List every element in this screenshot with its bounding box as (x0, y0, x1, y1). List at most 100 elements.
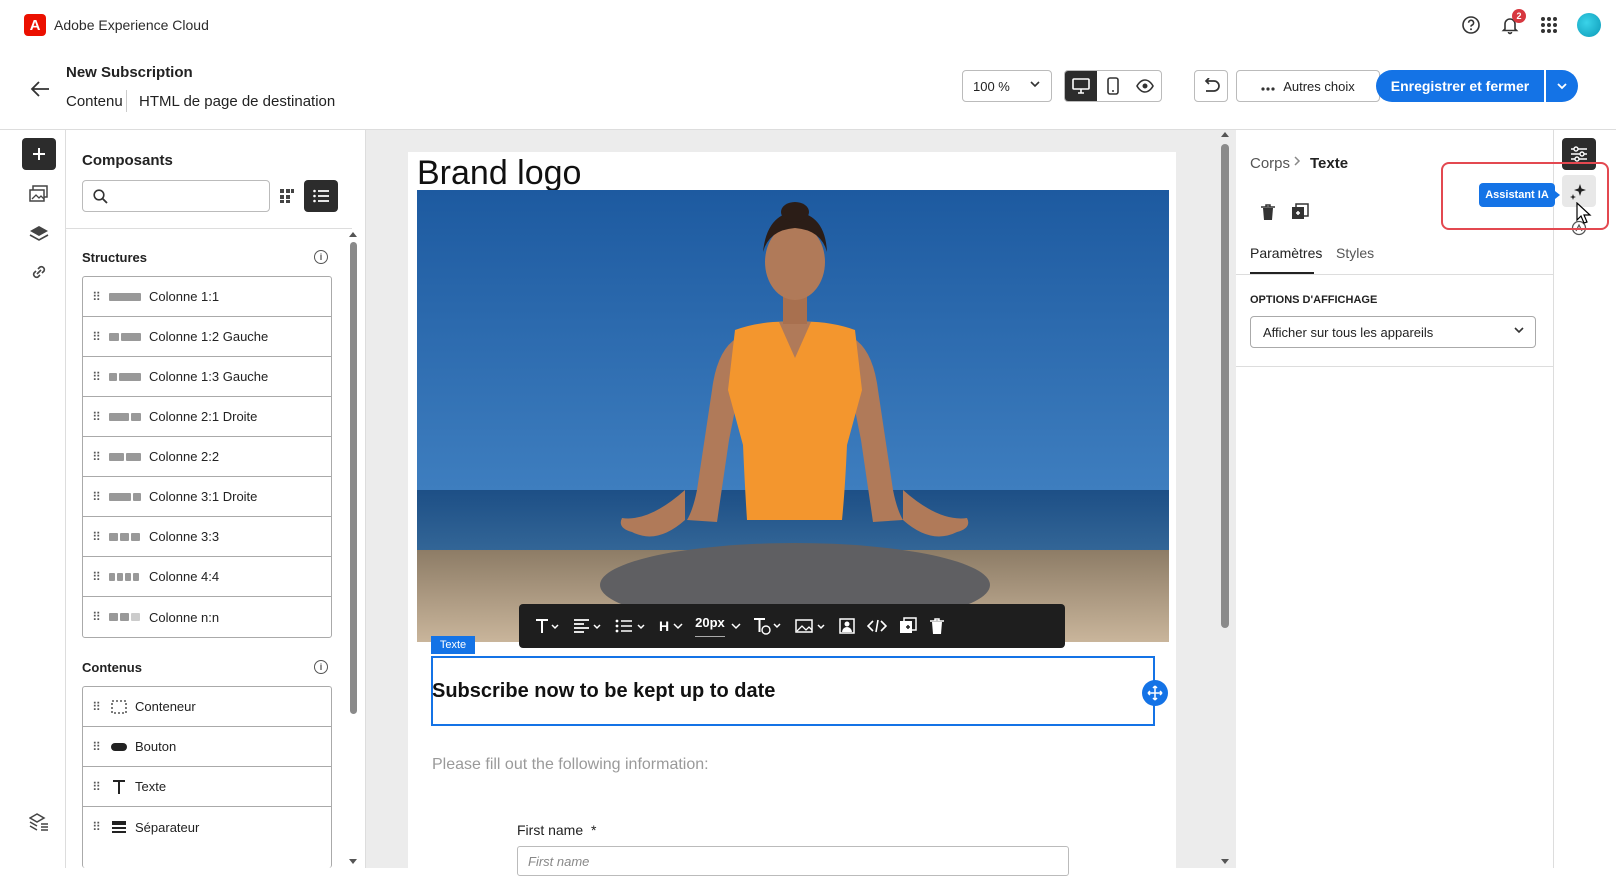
structure-item[interactable]: ⠿ Colonne 1:1 (83, 277, 331, 317)
heading-level-button[interactable]: H (653, 604, 689, 648)
structure-label: Colonne 3:1 Droite (149, 489, 258, 504)
drag-handle-icon: ⠿ (92, 779, 101, 794)
scroll-up-icon[interactable] (1220, 130, 1230, 138)
column-layout-icon (109, 412, 141, 421)
structure-item[interactable]: ⠿ Colonne 2:2 (83, 437, 331, 477)
structure-item[interactable]: ⠿ Colonne 4:4 (83, 557, 331, 597)
structure-item[interactable]: ⠿ Colonne 3:3 (83, 517, 331, 557)
image-insert-icon[interactable] (789, 604, 833, 648)
content-label: Conteneur (135, 699, 196, 714)
structure-label: Colonne 2:2 (149, 449, 220, 464)
breadcrumb-content[interactable]: Contenu (66, 93, 123, 110)
scroll-down-icon[interactable] (1220, 858, 1230, 866)
back-arrow-icon[interactable] (30, 78, 50, 104)
assets-button[interactable] (22, 178, 56, 210)
brand-logo-text[interactable]: Brand logo (417, 154, 581, 193)
info-icon[interactable]: i (314, 250, 328, 264)
text-type-icon[interactable] (529, 604, 567, 648)
layers-button[interactable] (22, 218, 56, 250)
layers-settings-button[interactable] (22, 806, 56, 838)
hero-image[interactable] (417, 190, 1169, 642)
content-item[interactable]: ⠿ Texte (83, 767, 331, 807)
structure-item[interactable]: ⠿ Colonne 1:3 Gauche (83, 357, 331, 397)
undo-button[interactable] (1194, 70, 1228, 102)
structure-item[interactable]: ⠿ Colonne n:n (83, 597, 331, 637)
undo-icon (1204, 78, 1220, 92)
link-icon (32, 265, 46, 279)
list-view-button[interactable] (304, 180, 338, 212)
canvas-scrollbar[interactable] (1218, 130, 1232, 868)
avatar[interactable] (1577, 13, 1601, 37)
preview-eye-icon[interactable] (1129, 71, 1161, 101)
column-layout-icon (109, 452, 141, 461)
list-format-icon[interactable] (609, 604, 653, 648)
drag-handle-icon: ⠿ (92, 820, 101, 834)
zoom-value: 100 % (973, 79, 1010, 94)
structure-label: Colonne 4:4 (149, 569, 220, 584)
add-components-button[interactable] (22, 138, 56, 170)
structure-label: Colonne 1:2 Gauche (149, 329, 269, 344)
first-name-label: First name * (517, 822, 596, 838)
breadcrumb-divider (126, 90, 127, 112)
search-input[interactable] (115, 188, 263, 203)
personalization-icon[interactable] (833, 604, 861, 648)
grid-view-button[interactable] (270, 180, 304, 212)
structure-item[interactable]: ⠿ Colonne 2:1 Droite (83, 397, 331, 437)
properties-panel: Corps Texte Paramètres Styles OPTIONS D'… (1236, 130, 1554, 868)
more-choices-button[interactable]: Autres choix (1236, 70, 1380, 102)
scroll-thumb[interactable] (350, 242, 357, 714)
text-style-icon[interactable] (747, 604, 789, 648)
contents-title: Contenus (82, 660, 142, 675)
align-icon[interactable] (567, 604, 609, 648)
apps-grid-icon[interactable] (1538, 14, 1560, 36)
duplicate-icon[interactable] (1290, 202, 1310, 222)
content-label: Bouton (135, 739, 177, 754)
tab-parameters[interactable]: Paramètres (1250, 245, 1322, 261)
container-icon (109, 699, 129, 714)
links-button[interactable] (22, 256, 56, 288)
help-icon[interactable] (1460, 14, 1482, 36)
move-handle-icon[interactable] (1142, 680, 1168, 706)
save-and-close-button[interactable]: Enregistrer et fermer (1376, 70, 1544, 102)
divider-icon (109, 820, 129, 834)
font-size-select[interactable]: 20px (689, 604, 747, 648)
scroll-up-icon[interactable] (348, 230, 358, 238)
tab-styles[interactable]: Styles (1336, 245, 1374, 261)
zoom-select[interactable]: 100 % (962, 70, 1052, 102)
components-search[interactable] (82, 180, 270, 212)
bell-icon[interactable]: 2 (1499, 9, 1526, 36)
code-icon[interactable] (861, 604, 893, 648)
list-view-icon (313, 189, 329, 203)
adobe-logo[interactable]: A (24, 14, 46, 36)
crumb-body[interactable]: Corps (1250, 155, 1290, 172)
content-item[interactable]: ⠿ Conteneur (83, 687, 331, 727)
structure-item[interactable]: ⠿ Colonne 3:1 Droite (83, 477, 331, 517)
chevron-down-icon (1029, 78, 1041, 93)
headline-text[interactable]: Subscribe now to be kept up to date (432, 680, 775, 703)
column-layout-icon (109, 492, 141, 501)
first-name-field[interactable]: First name (517, 846, 1069, 876)
save-options-dropdown[interactable] (1546, 70, 1578, 102)
column-layout-icon (109, 372, 141, 381)
desktop-view-icon[interactable] (1065, 71, 1097, 101)
stack-settings-icon (29, 813, 48, 831)
content-label: Texte (135, 779, 167, 794)
duplicate-icon[interactable] (893, 604, 923, 648)
column-layout-icon (109, 572, 141, 581)
breadcrumb-landing-html[interactable]: HTML de page de destination (139, 93, 335, 110)
drag-handle-icon: ⠿ (92, 569, 101, 584)
form-intro-text[interactable]: Please fill out the following informatio… (432, 756, 709, 774)
panel-divider (1236, 366, 1554, 367)
scroll-down-icon[interactable] (348, 858, 358, 866)
structure-item[interactable]: ⠿ Colonne 1:2 Gauche (83, 317, 331, 357)
trash-icon[interactable] (1258, 202, 1278, 222)
mobile-view-icon[interactable] (1097, 71, 1129, 101)
info-icon[interactable]: i (314, 660, 328, 674)
app-name[interactable]: Adobe Experience Cloud (54, 17, 209, 33)
display-options-select[interactable]: Afficher sur tous les appareils (1250, 316, 1536, 348)
content-item[interactable]: ⠿ Séparateur (83, 807, 331, 847)
scroll-thumb[interactable] (1221, 144, 1229, 628)
delete-icon[interactable] (923, 604, 951, 648)
content-item[interactable]: ⠿ Bouton (83, 727, 331, 767)
components-scrollbar[interactable] (348, 230, 358, 840)
